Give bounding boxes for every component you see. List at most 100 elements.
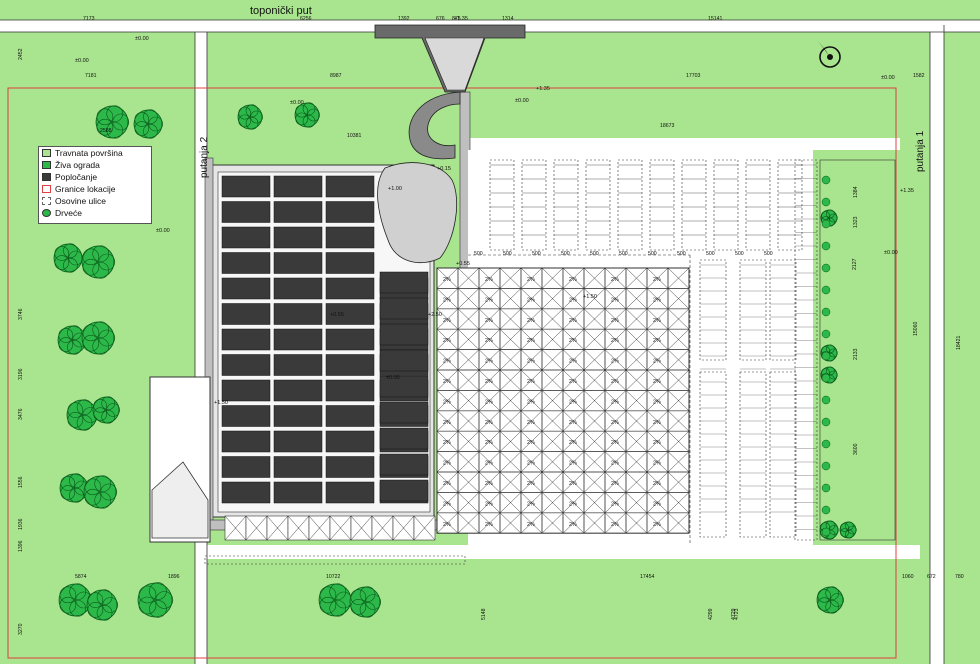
hedge-dot: [821, 197, 831, 207]
slope-label: 2%: [569, 399, 577, 405]
dimension-top: 7173: [83, 16, 95, 22]
slope-label: 2%: [653, 481, 661, 487]
paving-block: [221, 277, 271, 300]
paving-block: [273, 481, 323, 504]
slope-label: 2%: [485, 399, 493, 405]
hedge-dot: [821, 483, 831, 493]
elevation-marker: ±0.00: [386, 375, 400, 381]
slope-label: 2%: [653, 277, 661, 283]
paving-block: [273, 354, 323, 376]
slope-label: 2%: [443, 318, 451, 324]
paving-block: [221, 328, 271, 351]
slope-label: 2%: [653, 522, 661, 528]
slope-label: 2%: [653, 297, 661, 303]
legend-swatch: [42, 173, 51, 181]
tree-crown: [59, 473, 89, 503]
dimension-left: 3476: [18, 408, 24, 420]
tree-crown: [839, 521, 857, 539]
dimension-mark: 10722: [326, 574, 341, 580]
paving-block: [325, 430, 375, 453]
slope-label: 2%: [485, 420, 493, 426]
elevation-marker: +1.50: [583, 294, 597, 300]
slope-label: 2%: [569, 481, 577, 487]
legend-swatch: [42, 149, 51, 157]
paving-block: [325, 226, 375, 249]
slope-label: 2%: [569, 338, 577, 344]
paving-block: [379, 297, 429, 320]
slope-label: 2%: [527, 461, 535, 467]
paving-block: [325, 175, 375, 198]
slope-label: 2%: [527, 338, 535, 344]
paving-block: [273, 430, 323, 453]
hedge-dot: [821, 285, 831, 295]
site-plan-drawing: 2% 2% 2% 2% 2% 2% 2% 2% 2% 2% 2% 2% 2% 2% 2% 2% 2% 2% 2% 2%…: [0, 0, 980, 664]
tree-crown: [137, 582, 173, 618]
dimension-mark: 17454: [640, 574, 655, 580]
slope-label: 2%: [569, 359, 577, 365]
dimension-left: 1936: [18, 518, 24, 530]
road-branch-right: [470, 138, 900, 150]
dimension-mark: 5874: [75, 574, 87, 580]
dimension-right: 1384: [853, 186, 859, 198]
dimension-right: 1323: [853, 216, 859, 228]
slope-label: 2%: [443, 522, 451, 528]
slope-label: 2%: [611, 461, 619, 467]
dimension-top: 1392: [398, 16, 410, 22]
dimension-mark: 672: [927, 574, 936, 580]
paving-block: [273, 201, 323, 223]
dimension-parking: 500: [474, 251, 483, 257]
dimension-left: 1556: [18, 476, 24, 488]
legend-label: Drveće: [55, 208, 82, 218]
elevation-marker: ±0.00: [156, 228, 170, 234]
slope-label: 2%: [653, 399, 661, 405]
elevation-marker: +1.00: [388, 186, 402, 192]
paving-block: [273, 175, 323, 198]
hedge-dot: [821, 505, 831, 515]
tree-crown: [66, 399, 98, 431]
slope-label: 2%: [569, 440, 577, 446]
road-bottom: [200, 545, 920, 559]
legend-item: Drveće: [39, 207, 151, 219]
slope-label: 2%: [443, 420, 451, 426]
elevation-marker: ±0.00: [135, 36, 149, 42]
slope-label: 2%: [611, 338, 619, 344]
paving-block: [325, 405, 375, 427]
dimension-top: 15141: [708, 16, 723, 22]
paving-block: [379, 323, 429, 346]
paving-block: [273, 379, 323, 402]
legend-item: Osovine ulice: [39, 195, 151, 207]
paving-block: [325, 277, 375, 300]
slope-label: 2%: [443, 379, 451, 385]
slope-label: 2%: [611, 501, 619, 507]
slope-label: 2%: [527, 359, 535, 365]
slope-label: 2%: [611, 420, 619, 426]
paving-block: [325, 201, 375, 223]
dimension-bottom: 4723: [734, 608, 740, 620]
tree-crown: [83, 475, 117, 509]
slope-label: 2%: [443, 399, 451, 405]
hedge-dot: [821, 351, 831, 361]
legend-label: Popločanje: [55, 172, 98, 182]
slope-label: 2%: [611, 277, 619, 283]
slope-label: 2%: [527, 277, 535, 283]
dimension-parking: 500: [503, 251, 512, 257]
paving-block: [221, 175, 271, 198]
slope-label: 2%: [611, 379, 619, 385]
hedge-dot: [821, 307, 831, 317]
legend-swatch: [42, 161, 51, 169]
elevation-marker: +1.35: [536, 86, 550, 92]
slope-label: 2%: [485, 481, 493, 487]
paving-block: [221, 379, 271, 402]
slope-label: 2%: [569, 379, 577, 385]
slope-label: 2%: [653, 501, 661, 507]
paving-block: [325, 379, 375, 402]
dimension-parking: 500: [648, 251, 657, 257]
elevation-marker: +1.50: [214, 400, 228, 406]
paving-block: [273, 405, 323, 427]
dimension-left: 3196: [18, 368, 24, 380]
paving-block: [273, 328, 323, 351]
legend-label: Živa ograda: [55, 160, 100, 170]
elevation-marker: ±0.00: [884, 250, 898, 256]
slope-label: 2%: [443, 461, 451, 467]
paving-block: [379, 427, 429, 450]
